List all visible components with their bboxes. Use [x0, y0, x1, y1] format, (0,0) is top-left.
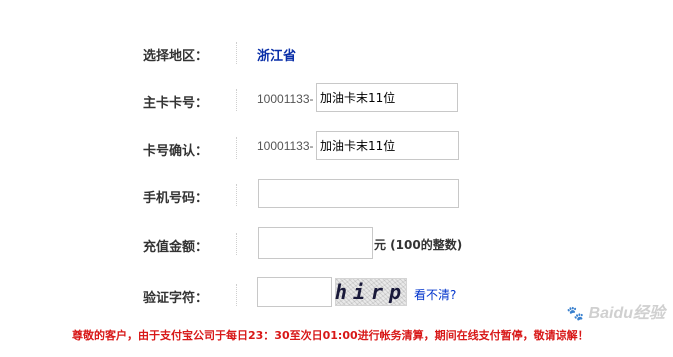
- baidu-paw-icon: 🐾: [566, 305, 585, 321]
- amount-unit-hint: 元 (100的整数): [374, 238, 463, 252]
- card-number-input[interactable]: [316, 83, 458, 112]
- divider: [236, 42, 238, 64]
- amount-label: 充值金额：: [143, 240, 209, 255]
- divider: [236, 137, 238, 159]
- watermark: 🐾 Baidu经验: [567, 299, 665, 323]
- region-value[interactable]: 浙江省: [257, 45, 296, 64]
- captcha-input[interactable]: [257, 277, 332, 307]
- divider: [236, 284, 238, 306]
- payment-notice: 尊敬的客户，由于支付宝公司于每日23：30至次日01:00进行帐务清算，期间在线…: [72, 329, 589, 342]
- card-number-prefix: 10001133-: [257, 92, 314, 106]
- divider: [236, 184, 238, 206]
- phone-label: 手机号码：: [143, 191, 209, 206]
- refresh-captcha-link[interactable]: 看不清?: [414, 286, 456, 303]
- captcha-label: 验证字符：: [143, 291, 209, 306]
- card-confirm-input[interactable]: [316, 131, 459, 160]
- divider: [236, 89, 238, 111]
- card-number-label: 主卡卡号：: [143, 96, 209, 111]
- divider: [236, 233, 238, 255]
- amount-input[interactable]: [258, 227, 373, 259]
- phone-input[interactable]: [258, 179, 459, 208]
- card-confirm-prefix: 10001133-: [257, 139, 314, 153]
- watermark-text: Baidu经验: [588, 305, 665, 322]
- card-confirm-label: 卡号确认：: [143, 144, 209, 159]
- region-label: 选择地区：: [143, 49, 209, 64]
- captcha-image[interactable]: hirp: [335, 278, 407, 306]
